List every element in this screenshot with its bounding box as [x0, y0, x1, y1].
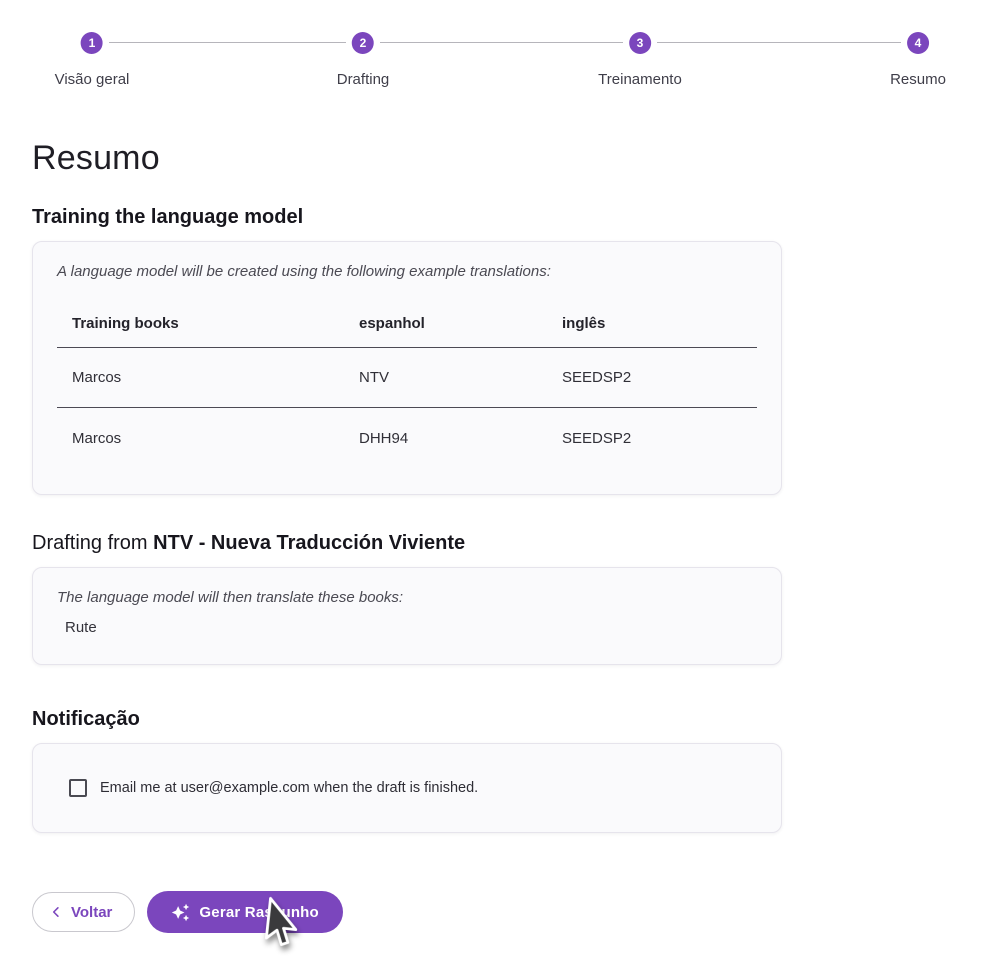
wizard-actions: Voltar Gerar Rascunho: [32, 891, 1000, 933]
drafting-section-heading: Drafting from NTV - Nueva Traducción Viv…: [32, 531, 814, 555]
step-label: Drafting: [336, 71, 390, 88]
drafting-heading-prefix: Drafting from: [32, 532, 154, 554]
column-header-espanhol: espanhol: [359, 315, 425, 332]
step-number-badge[interactable]: 4: [906, 32, 929, 54]
drafting-book-list: Rute: [57, 618, 757, 638]
step-number-badge[interactable]: 2: [352, 32, 374, 54]
step-number-badge[interactable]: 1: [81, 32, 103, 54]
training-summary-card: A language model will be created using t…: [32, 241, 782, 495]
table-row: Marcos NTV SEEDSP2: [57, 348, 757, 408]
email-checkbox-label[interactable]: Email me at user@example.com when the dr…: [100, 780, 478, 796]
stepper-step-visao-geral[interactable]: 1 Visão geral: [54, 32, 130, 88]
wizard-stepper: 1 Visão geral 2 Drafting 3 Treinamento 4…: [0, 0, 1000, 96]
summary-page: Resumo Training the language model A lan…: [0, 138, 814, 833]
step-label: Visão geral: [54, 71, 130, 88]
cell-ingles: SEEDSP2: [562, 429, 632, 447]
step-label: Treinamento: [598, 71, 682, 88]
stepper-step-treinamento[interactable]: 3 Treinamento: [598, 32, 682, 88]
sparkles-icon: [171, 903, 190, 922]
cell-espanhol: DHH94: [359, 429, 409, 447]
email-checkbox[interactable]: [69, 779, 87, 797]
table-header-row: Training books espanhol inglês: [57, 300, 757, 348]
notification-section-heading: Notificação: [32, 708, 140, 730]
cell-ingles: SEEDSP2: [562, 369, 632, 386]
cell-book: Marcos: [72, 429, 122, 447]
training-section-heading: Training the language model: [32, 206, 304, 228]
stepper-step-drafting[interactable]: 2 Drafting: [336, 32, 390, 88]
drafting-note: The language model will then translate t…: [57, 589, 404, 606]
stepper-step-resumo[interactable]: 4 Resumo: [890, 32, 946, 88]
cell-espanhol: NTV: [359, 369, 389, 386]
cell-book: Marcos: [72, 369, 122, 386]
step-label: Resumo: [890, 71, 946, 88]
stepper-connector: [380, 42, 623, 43]
generate-draft-button-label: Gerar Rascunho: [199, 903, 319, 921]
stepper-connector: [657, 42, 901, 43]
book-item: Rute: [65, 619, 97, 636]
notification-card: Email me at user@example.com when the dr…: [32, 743, 782, 833]
back-button-label: Voltar: [71, 903, 113, 921]
chevron-left-icon: [49, 905, 63, 919]
column-header-ingles: inglês: [562, 315, 606, 332]
email-notification-option[interactable]: Email me at user@example.com when the dr…: [69, 779, 478, 797]
training-note: A language model will be created using t…: [57, 263, 551, 280]
page-title: Resumo: [32, 139, 160, 177]
drafting-source-name: NTV - Nueva Traducción Viviente: [153, 532, 466, 554]
drafting-summary-card: The language model will then translate t…: [32, 567, 782, 665]
generate-draft-button[interactable]: Gerar Rascunho: [147, 891, 343, 933]
step-number-badge[interactable]: 3: [629, 32, 651, 54]
back-button[interactable]: Voltar: [32, 892, 136, 932]
training-books-table: Training books espanhol inglês Marcos NT…: [57, 300, 757, 468]
stepper-connector: [109, 42, 346, 43]
column-header-training-books: Training books: [72, 315, 179, 332]
table-row: Marcos DHH94 SEEDSP2: [57, 408, 757, 468]
